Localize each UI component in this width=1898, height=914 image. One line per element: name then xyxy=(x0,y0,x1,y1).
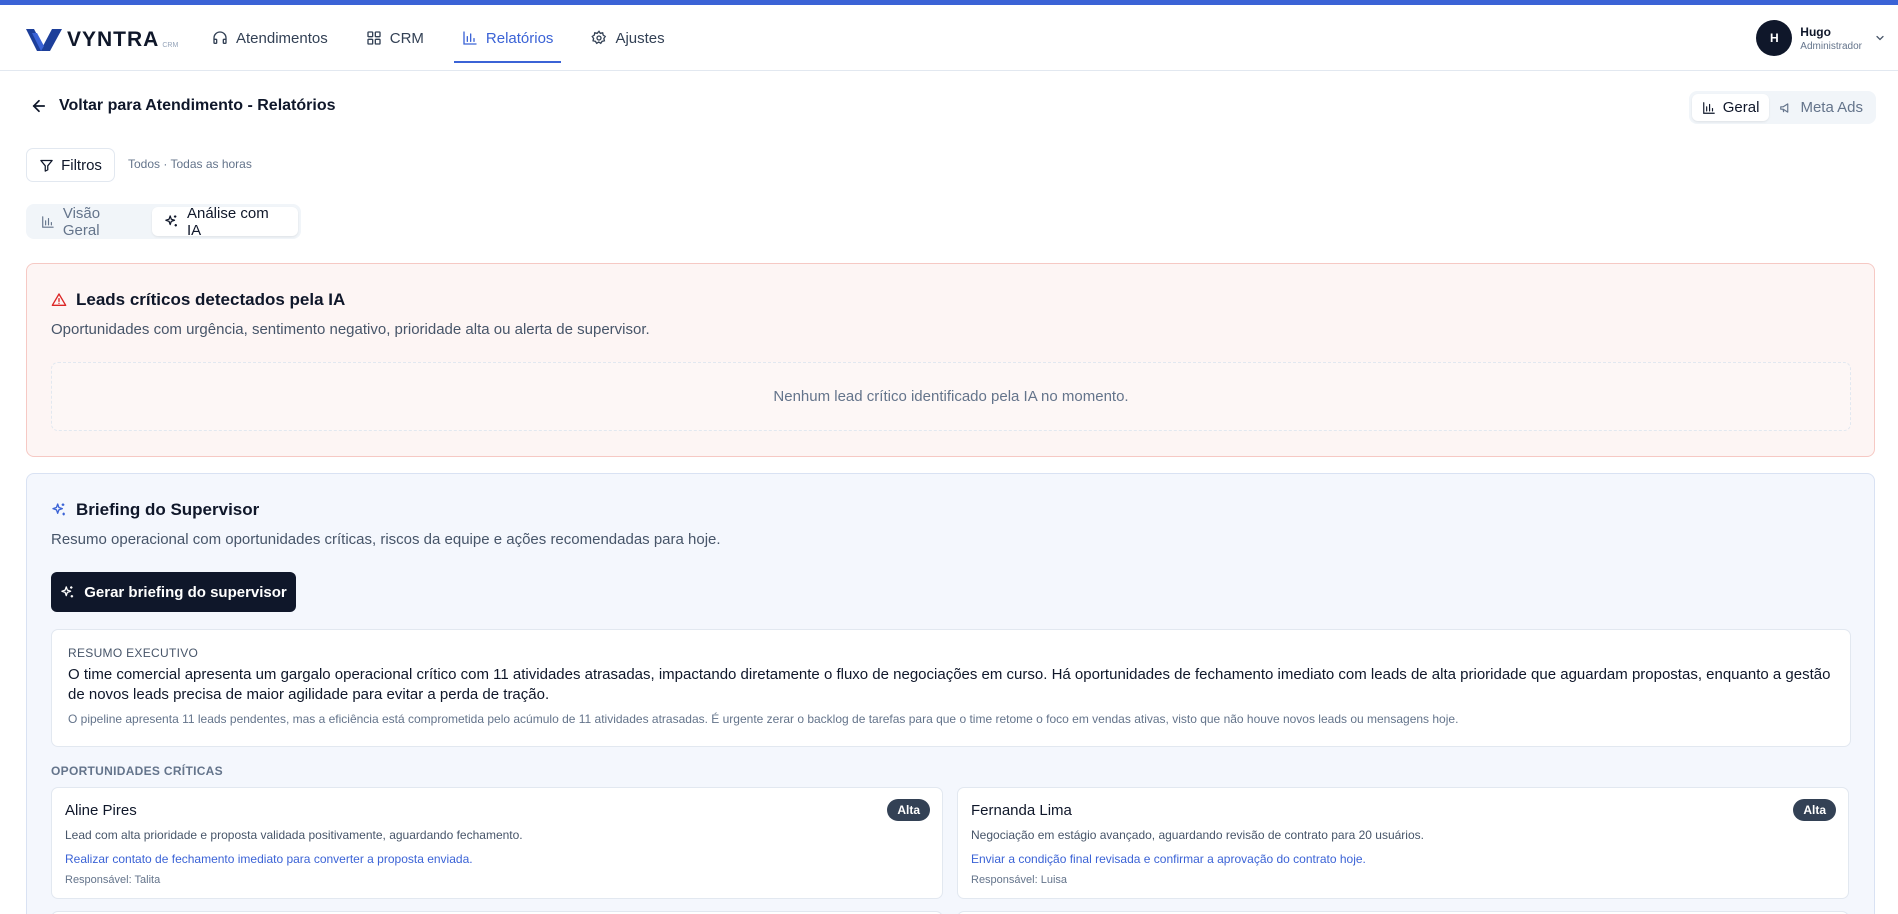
back-link[interactable]: Voltar para Atendimento - Relatórios xyxy=(30,97,335,115)
view-option-meta-ads[interactable]: Meta Ads xyxy=(1769,94,1873,121)
top-header: VYNTRA CRM Atendimentos CRM Relatórios A… xyxy=(0,5,1898,71)
gear-icon xyxy=(591,30,607,45)
nav-item-label: Atendimentos xyxy=(236,29,328,47)
warning-icon xyxy=(51,293,67,306)
arrow-left-icon xyxy=(32,99,46,113)
sparkles-icon xyxy=(61,585,74,597)
megaphone-icon xyxy=(1780,102,1789,113)
executive-summary-text: O time comercial apresenta um gargalo op… xyxy=(68,666,1831,703)
user-role: Administrador xyxy=(1800,40,1862,52)
bar-chart-icon xyxy=(1702,101,1715,114)
nav-item-label: Relatórios xyxy=(485,29,554,47)
nav-item-relatorios[interactable]: Relatórios xyxy=(453,5,562,71)
briefing-title: Briefing do Supervisor xyxy=(51,500,259,520)
analysis-tabs: Visão Geral Análise com IA xyxy=(26,204,301,239)
opportunity-description: Lead com alta prioridade e proposta vali… xyxy=(65,828,523,842)
generate-briefing-label: Gerar briefing do supervisor xyxy=(84,583,287,601)
opportunity-name: Aline Pires xyxy=(65,802,137,819)
bar-chart-icon xyxy=(463,31,477,45)
opportunity-card[interactable]: Aline Pires Alta Lead com alta prioridad… xyxy=(51,787,943,899)
user-info: Hugo Administrador xyxy=(1800,25,1862,52)
critical-leads-title-text: Leads críticos detectados pela IA xyxy=(76,290,346,309)
user-menu[interactable]: H Hugo Administrador xyxy=(1756,20,1886,56)
opportunity-name: Fernanda Lima xyxy=(971,802,1072,819)
priority-badge: Alta xyxy=(887,799,930,821)
tab-label: Visão Geral xyxy=(62,204,101,239)
logo-mark-icon xyxy=(26,29,62,51)
opportunity-card[interactable]: Fernanda Lima Alta Negociação em estágio… xyxy=(957,787,1849,899)
back-link-label: Voltar para Atendimento - Relatórios xyxy=(59,97,336,114)
logo[interactable]: VYNTRA CRM xyxy=(26,25,178,51)
filters-button-label: Filtros xyxy=(61,156,102,174)
generate-briefing-button[interactable]: Gerar briefing do supervisor xyxy=(51,572,296,612)
view-option-geral[interactable]: Geral xyxy=(1691,94,1770,121)
critical-leads-card: Leads críticos detectados pela IA Oportu… xyxy=(26,263,1875,457)
user-name: Hugo xyxy=(1800,24,1831,39)
executive-summary-label: RESUMO EXECUTIVO xyxy=(68,646,199,660)
chevron-down-icon xyxy=(1876,35,1884,41)
grid-icon xyxy=(367,31,381,45)
view-switch: Geral Meta Ads xyxy=(1688,91,1876,124)
view-option-label: Geral xyxy=(1722,99,1760,116)
critical-leads-empty-state: Nenhum lead crítico identificado pela IA… xyxy=(51,362,1851,431)
tab-label: Análise com IA xyxy=(186,204,269,239)
logo-suffix: CRM xyxy=(162,42,179,49)
critical-opportunities-label: OPORTUNIDADES CRÍTICAS xyxy=(51,764,223,778)
nav-item-atendimentos[interactable]: Atendimentos xyxy=(204,5,336,71)
sparkles-icon xyxy=(52,503,65,516)
executive-summary-note: O pipeline apresenta 11 leads pendentes,… xyxy=(68,712,1459,726)
briefing-subtitle: Resumo operacional com oportunidades crí… xyxy=(51,531,721,548)
filter-icon xyxy=(40,159,53,172)
headset-icon xyxy=(213,31,227,44)
main-nav: Atendimentos CRM Relatórios Ajustes xyxy=(204,5,695,71)
priority-badge: Alta xyxy=(1793,799,1836,821)
critical-leads-subtitle: Oportunidades com urgência, sentimento n… xyxy=(51,321,650,338)
logo-text: VYNTRA xyxy=(67,28,160,51)
opportunity-owner: Responsável: Talita xyxy=(65,874,161,886)
opportunity-action: Enviar a condição final revisada e confi… xyxy=(971,852,1366,866)
opportunity-action: Realizar contato de fechamento imediato … xyxy=(65,852,473,866)
nav-item-crm[interactable]: CRM xyxy=(358,5,432,71)
filters-summary: Todos · Todas as horas xyxy=(128,157,252,171)
tab-visao-geral[interactable]: Visão Geral xyxy=(29,204,152,239)
supervisor-briefing-card: Briefing do Supervisor Resumo operaciona… xyxy=(26,473,1875,914)
briefing-title-text: Briefing do Supervisor xyxy=(76,500,260,519)
sparkles-icon xyxy=(165,215,178,227)
critical-leads-title: Leads críticos detectados pela IA xyxy=(51,290,345,310)
tab-analise-com-ia[interactable]: Análise com IA xyxy=(152,204,298,239)
opportunity-owner: Responsável: Luisa xyxy=(971,874,1068,886)
nav-item-label: CRM xyxy=(389,29,424,47)
executive-summary: RESUMO EXECUTIVO O time comercial aprese… xyxy=(51,629,1851,747)
filters-button[interactable]: Filtros xyxy=(26,148,115,182)
view-option-label: Meta Ads xyxy=(1800,99,1863,116)
nav-item-ajustes[interactable]: Ajustes xyxy=(583,5,672,71)
bar-chart-icon xyxy=(42,215,54,228)
avatar: H xyxy=(1756,20,1793,56)
nav-item-label: Ajustes xyxy=(615,29,665,47)
opportunity-description: Negociação em estágio avançado, aguardan… xyxy=(971,828,1424,842)
